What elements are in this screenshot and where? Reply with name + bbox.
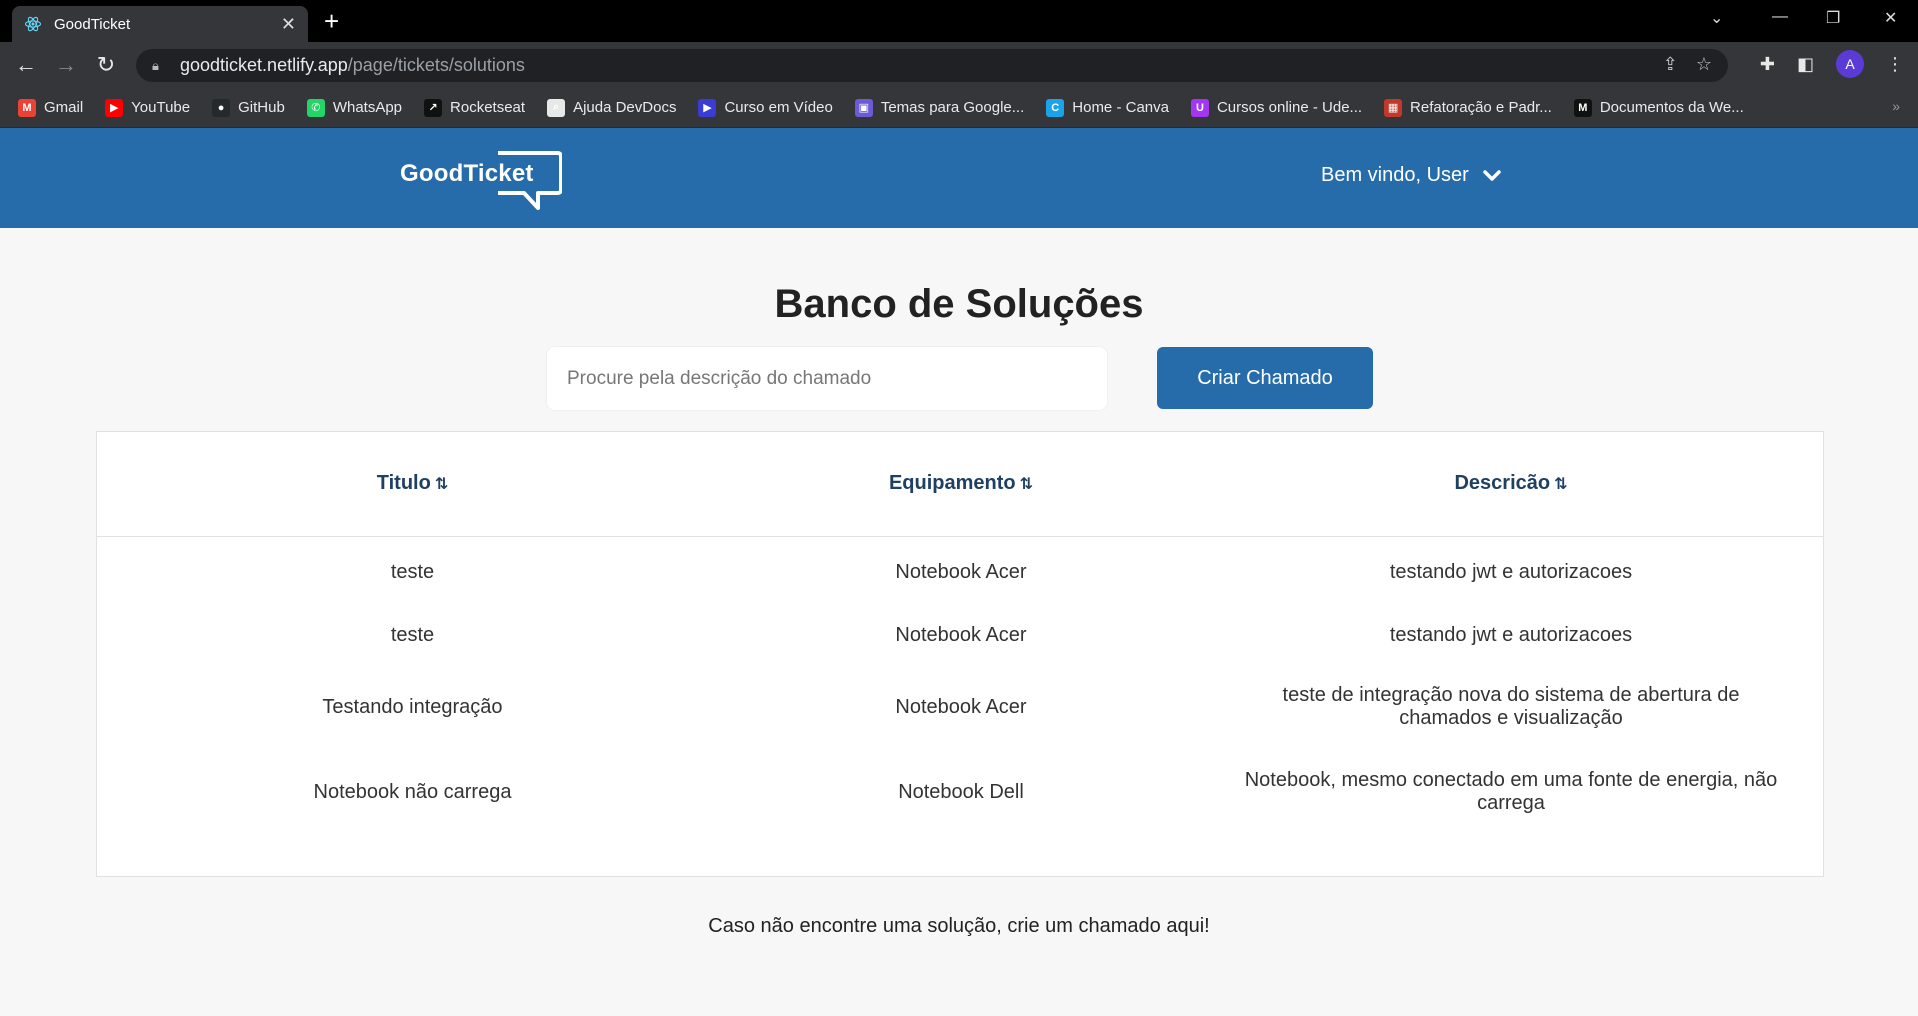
table-row[interactable]: Testando integração Notebook Acer teste de…: [97, 677, 1823, 737]
bookmark-label: Documentos da We...: [1599, 99, 1744, 116]
column-header-equipamento[interactable]: Equipamento ⇅: [635, 472, 1287, 495]
lock-icon: 🔒︎: [152, 57, 159, 73]
bookmark-label: WhatsApp: [332, 99, 403, 116]
bookmark-star-icon[interactable]: ☆: [1696, 54, 1712, 75]
bookmark-item[interactable]: ▦ Refatoração e Padr...: [1384, 98, 1552, 117]
bookmark-item[interactable]: ▣ Temas para Google...: [854, 98, 1025, 117]
bookmark-label: GitHub: [238, 99, 285, 116]
column-header-titulo[interactable]: Titulo ⇅: [97, 472, 728, 495]
mdn-icon: M: [1573, 98, 1592, 117]
solutions-table: Titulo ⇅ Equipamento ⇅ Descricão ⇅ teste Not…: [96, 431, 1824, 877]
bookmark-label: Temas para Google...: [880, 99, 1025, 116]
bookmark-item[interactable]: ▶ Curso em Vídeo: [698, 98, 833, 117]
cell-titulo: Testando integração: [322, 695, 503, 718]
bookmarks-bar: M Gmail ▶ YouTube ● GitHub ✆ WhatsApp ↗ Rocketsea…: [0, 88, 1918, 128]
bookmark-label: YouTube: [131, 99, 191, 116]
app-header: GoodTicket Bem vindo, User: [0, 128, 1918, 228]
devdocs-icon: ⌕: [547, 98, 566, 117]
share-icon[interactable]: ⇪: [1663, 54, 1678, 75]
minimize-icon[interactable]: —: [1772, 8, 1788, 26]
side-panel-icon[interactable]: ◧: [1797, 54, 1814, 75]
welcome-text: Bem vindo, User: [1321, 164, 1469, 186]
cell-equipamento: Notebook Dell: [898, 780, 1024, 803]
cell-descricao: teste de integração nova do sistema de a…: [1282, 684, 1740, 729]
bookmark-item[interactable]: M Documentos da We...: [1573, 98, 1744, 117]
whatsapp-icon: ✆: [306, 98, 325, 117]
tab-title: GoodTicket: [54, 15, 131, 33]
window-close-icon[interactable]: ✕: [1884, 8, 1897, 28]
browser-tab-strip: GoodTicket ✕ + ⌄ — ❐ ✕: [0, 0, 1918, 42]
address-bar[interactable]: 🔒︎ goodticket.netlify.app/page/tickets/s…: [136, 49, 1728, 82]
bookmark-label: Gmail: [44, 99, 84, 116]
sort-icon: ⇅: [434, 476, 449, 493]
cell-equipamento: Notebook Acer: [895, 560, 1027, 583]
user-menu[interactable]: Bem vindo, User: [1321, 164, 1501, 187]
create-ticket-button[interactable]: Criar Chamado: [1157, 347, 1373, 409]
cell-titulo: Notebook não carrega: [313, 780, 512, 803]
table-row[interactable]: Notebook não carrega Notebook Dell Noteboo…: [97, 762, 1823, 822]
table-header: Titulo ⇅ Equipamento ⇅ Descricão ⇅: [97, 432, 1823, 537]
bookmark-label: Refatoração e Padr...: [1410, 99, 1552, 116]
refactoring-icon: ▦: [1384, 98, 1403, 117]
table-row[interactable]: teste Notebook Acer testando jwt e autoriz…: [97, 552, 1823, 592]
bookmark-item[interactable]: M Gmail: [18, 98, 84, 117]
gmail-icon: M: [18, 98, 36, 117]
search-input[interactable]: [547, 347, 1107, 410]
bookmark-label: Rocketseat: [450, 99, 526, 116]
bookmark-item[interactable]: ▶ YouTube: [105, 98, 191, 117]
bookmark-item[interactable]: U Cursos online - Ude...: [1190, 98, 1363, 117]
column-header-descricao[interactable]: Descricão ⇅: [1195, 472, 1827, 495]
page-title: Banco de Soluções: [774, 282, 1144, 326]
bookmark-label: Home - Canva: [1072, 99, 1169, 116]
sort-icon: ⇅: [1019, 476, 1034, 493]
tab-close-icon[interactable]: ✕: [281, 14, 296, 35]
table-row[interactable]: teste Notebook Acer testando jwt e autoriz…: [97, 615, 1823, 655]
new-tab-icon[interactable]: +: [324, 8, 339, 34]
bookmark-label: Cursos online - Ude...: [1216, 99, 1363, 116]
rocketseat-icon: ↗: [424, 98, 443, 117]
back-icon[interactable]: ←: [12, 51, 40, 79]
bookmark-item[interactable]: ⌕ Ajuda DevDocs: [547, 98, 677, 117]
chevron-down-icon: [1483, 169, 1501, 181]
bookmark-item[interactable]: ● GitHub: [212, 98, 285, 117]
cell-equipamento: Notebook Acer: [895, 695, 1027, 718]
restore-icon[interactable]: ❐: [1826, 8, 1840, 28]
profile-avatar[interactable]: A: [1836, 50, 1864, 78]
cursoemvideo-icon: ▶: [698, 98, 717, 117]
github-icon: ●: [212, 98, 231, 117]
extensions-icon[interactable]: ✚: [1760, 54, 1775, 75]
cell-descricao: Notebook, mesmo conectado em uma fonte d…: [1244, 769, 1778, 814]
url-host: goodticket.netlify.app: [180, 55, 348, 75]
cell-titulo: teste: [390, 623, 435, 646]
cell-descricao: testando jwt e autorizacoes: [1389, 623, 1633, 646]
bookmark-item[interactable]: C Home - Canva: [1046, 98, 1169, 117]
cell-equipamento: Notebook Acer: [895, 623, 1027, 646]
cell-descricao: testando jwt e autorizacoes: [1389, 560, 1633, 583]
browser-toolbar: ← → ↻ 🔒︎ goodticket.netlify.app/page/tic…: [0, 42, 1918, 88]
bookmarks-overflow-icon[interactable]: »: [1892, 98, 1900, 114]
bookmark-label: Curso em Vídeo: [724, 99, 833, 116]
youtube-icon: ▶: [105, 98, 124, 117]
logo-text: GoodTicket: [400, 160, 534, 187]
browser-tab[interactable]: GoodTicket ✕: [12, 6, 308, 42]
goodticket-logo[interactable]: GoodTicket: [400, 150, 562, 210]
react-favicon-icon: [24, 15, 42, 33]
forward-icon[interactable]: →: [52, 51, 80, 79]
url-path: /page/tickets/solutions: [347, 55, 525, 75]
bookmark-label: Ajuda DevDocs: [573, 99, 677, 116]
tab-search-icon[interactable]: ⌄: [1710, 8, 1723, 28]
sort-icon: ⇅: [1554, 476, 1568, 493]
bookmark-item[interactable]: ✆ WhatsApp: [306, 98, 403, 117]
themes-icon: ▣: [854, 98, 873, 117]
canva-icon: C: [1046, 98, 1065, 117]
reload-icon[interactable]: ↻: [92, 51, 120, 79]
cell-titulo: teste: [390, 560, 435, 583]
udemy-icon: U: [1190, 98, 1209, 117]
menu-kebab-icon[interactable]: ⋮: [1886, 54, 1904, 75]
bookmark-item[interactable]: ↗ Rocketseat: [424, 98, 526, 117]
create-ticket-hint[interactable]: Caso não encontre uma solução, crie um c…: [0, 915, 1918, 938]
